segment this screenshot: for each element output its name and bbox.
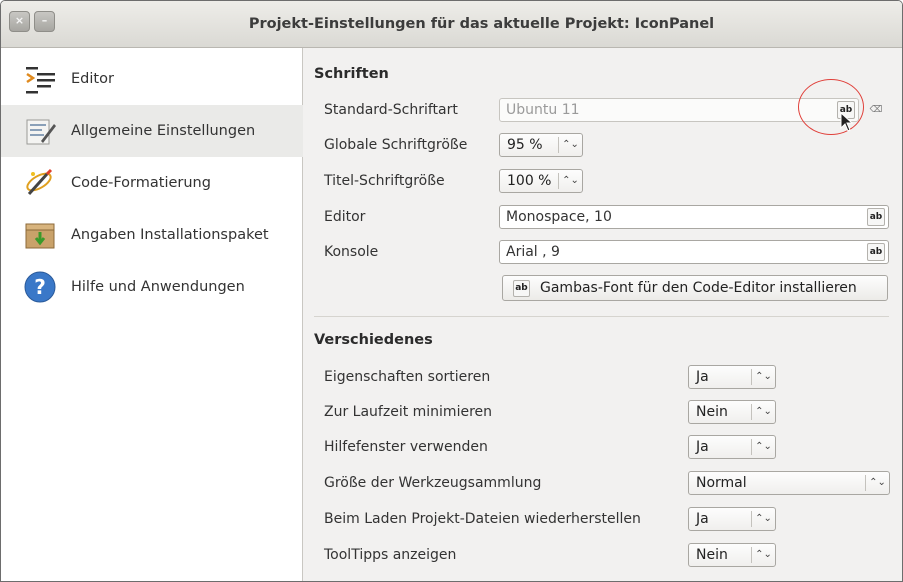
- title-size-select[interactable]: 100 % ⌃⌄: [499, 169, 583, 193]
- spin-arrows-icon: ⌃⌄: [865, 475, 889, 491]
- install-gambas-font-button[interactable]: ab Gambas-Font für den Code-Editor insta…: [502, 275, 888, 301]
- spin-arrows-icon: ⌃⌄: [751, 547, 775, 563]
- magic-wand-icon: [23, 166, 57, 200]
- select-value: Ja: [696, 439, 709, 455]
- misc-row-label: Zur Laufzeit minimieren: [324, 404, 493, 420]
- settings-sheet-icon: [23, 114, 57, 148]
- title-size-value: 100 %: [507, 173, 552, 189]
- fonts-section-title: Schriften: [314, 66, 389, 82]
- sidebar-item-label: Editor: [71, 71, 114, 87]
- select-value: Normal: [696, 475, 747, 491]
- editor-lines-icon: [23, 62, 57, 96]
- console-font-field[interactable]: Arial , 9 ab: [499, 240, 889, 264]
- help-question-icon: ?: [23, 270, 57, 304]
- spin-arrows-icon: ⌃⌄: [558, 173, 582, 189]
- highlight-circle: [798, 79, 864, 135]
- sidebar-item-label: Angaben Installationspaket: [71, 227, 269, 243]
- sidebar-item-general[interactable]: Allgemeine Einstellungen: [1, 105, 303, 157]
- editor-font-label: Editor: [324, 209, 366, 225]
- console-font-value: Arial , 9: [506, 244, 560, 260]
- choose-font-button[interactable]: ab: [867, 208, 885, 226]
- install-button-label: Gambas-Font für den Code-Editor installi…: [540, 280, 857, 296]
- select-value: Nein: [696, 404, 728, 420]
- choose-font-button[interactable]: ab: [867, 243, 885, 261]
- use-help-window-select[interactable]: Ja ⌃⌄: [688, 435, 776, 459]
- minimize-at-runtime-select[interactable]: Nein ⌃⌄: [688, 400, 776, 424]
- spin-arrows-icon: ⌃⌄: [751, 404, 775, 420]
- font-icon: ab: [513, 279, 530, 297]
- editor-font-field[interactable]: Monospace, 10 ab: [499, 205, 889, 229]
- misc-row-label: Beim Laden Projekt-Dateien wiederherstel…: [324, 511, 641, 527]
- project-settings-window: × – Projekt-Einstellungen für das aktuel…: [0, 0, 903, 582]
- select-value: Ja: [696, 511, 709, 527]
- standard-font-value: Ubuntu 11: [506, 102, 580, 118]
- select-value: Ja: [696, 369, 709, 385]
- spin-arrows-icon: ⌃⌄: [558, 137, 582, 153]
- show-tooltips-select[interactable]: Nein ⌃⌄: [688, 543, 776, 567]
- sidebar-item-label: Allgemeine Einstellungen: [71, 123, 256, 139]
- sidebar-item-install-package[interactable]: Angaben Installationspaket: [1, 209, 303, 261]
- global-size-select[interactable]: 95 % ⌃⌄: [499, 133, 583, 157]
- spin-arrows-icon: ⌃⌄: [751, 511, 775, 527]
- restore-project-files-select[interactable]: Ja ⌃⌄: [688, 507, 776, 531]
- mouse-pointer-icon: [840, 112, 854, 132]
- title-bar: × – Projekt-Einstellungen für das aktuel…: [1, 1, 902, 48]
- settings-main-panel: Schriften Standard-Schriftart Ubuntu 11 …: [304, 48, 902, 581]
- misc-row-label: Eigenschaften sortieren: [324, 369, 491, 385]
- svg-text:?: ?: [34, 275, 46, 299]
- toolbox-size-select[interactable]: Normal ⌃⌄: [688, 471, 890, 495]
- sidebar-item-editor[interactable]: Editor: [1, 53, 303, 105]
- settings-sidebar: Editor Allgemeine Einstellungen Code-For…: [1, 48, 303, 581]
- console-font-label: Konsole: [324, 244, 379, 260]
- title-size-label: Titel-Schriftgröße: [324, 173, 445, 189]
- select-value: Nein: [696, 547, 728, 563]
- section-divider: [314, 316, 889, 317]
- misc-row-label: ToolTipps anzeigen: [324, 547, 457, 563]
- window-title: Projekt-Einstellungen für das aktuelle P…: [248, 16, 715, 32]
- spin-arrows-icon: ⌃⌄: [751, 369, 775, 385]
- misc-row-label: Größe der Werkzeugsammlung: [324, 475, 542, 491]
- package-box-icon: [23, 218, 57, 252]
- global-size-label: Globale Schriftgröße: [324, 137, 468, 153]
- sidebar-item-label: Hilfe und Anwendungen: [71, 279, 245, 295]
- spin-arrows-icon: ⌃⌄: [751, 439, 775, 455]
- sidebar-item-help[interactable]: ? Hilfe und Anwendungen: [1, 261, 303, 313]
- editor-font-value: Monospace, 10: [506, 209, 612, 225]
- misc-row-label: Hilfefenster verwenden: [324, 439, 488, 455]
- clear-icon[interactable]: ⌫: [867, 104, 885, 116]
- standard-font-label: Standard-Schriftart: [324, 102, 458, 118]
- sidebar-item-code-formatting[interactable]: Code-Formatierung: [1, 157, 303, 209]
- misc-section-title: Verschiedenes: [314, 332, 433, 348]
- sort-properties-select[interactable]: Ja ⌃⌄: [688, 365, 776, 389]
- global-size-value: 95 %: [507, 137, 543, 153]
- sidebar-item-label: Code-Formatierung: [71, 175, 211, 191]
